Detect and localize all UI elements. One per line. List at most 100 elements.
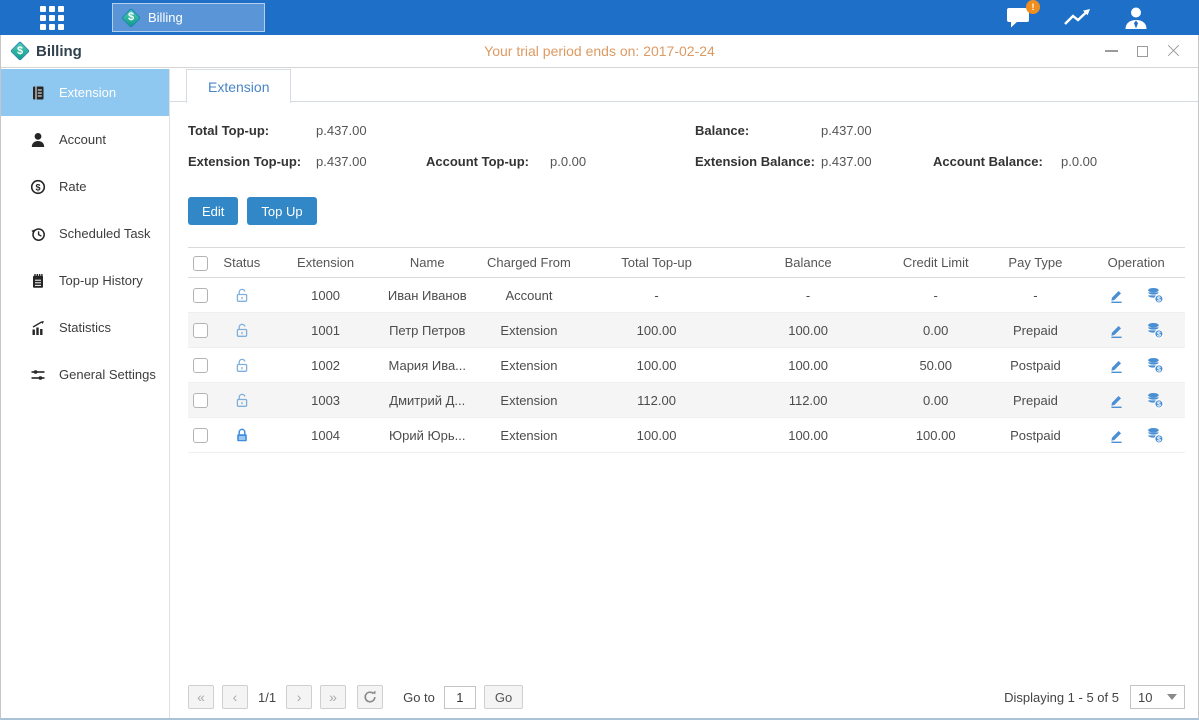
tab-extension[interactable]: Extension: [186, 69, 291, 103]
minimize-button[interactable]: [1104, 44, 1118, 58]
cell-credit-limit: 0.00: [888, 383, 984, 418]
account-balance-label: Account Balance:: [933, 154, 1061, 169]
cell-name: Петр Петров: [381, 313, 473, 348]
history-clock-icon: [30, 226, 46, 242]
top-bar: $ Billing !: [0, 0, 1199, 35]
cell-name: Иван Иванов: [381, 278, 473, 313]
col-name: Name: [381, 248, 473, 278]
sidebar-item-statistics[interactable]: Statistics: [1, 304, 169, 351]
sidebar-item-topup-history[interactable]: Top-up History: [1, 257, 169, 304]
cell-pay-type: Prepaid: [984, 383, 1088, 418]
table-header-row: Status Extension Name Charged From Total…: [188, 248, 1185, 278]
select-all-checkbox[interactable]: [193, 256, 208, 271]
sidebar-item-account[interactable]: Account: [1, 116, 169, 163]
cell-extension: 1004: [270, 418, 382, 453]
col-total-topup: Total Top-up: [585, 248, 729, 278]
billing-title-icon: $: [9, 40, 31, 62]
prev-page-button[interactable]: ‹: [222, 685, 248, 709]
cell-total-topup: 100.00: [585, 348, 729, 383]
notification-badge: !: [1026, 0, 1040, 14]
app-launcher-icon[interactable]: [37, 3, 67, 33]
edit-icon[interactable]: [1108, 357, 1125, 374]
sidebar-item-general-settings[interactable]: General Settings: [1, 351, 169, 398]
refresh-button[interactable]: [357, 685, 383, 709]
maximize-button[interactable]: [1135, 44, 1149, 58]
window-frame: $ Billing Your trial period ends on: 201…: [0, 35, 1199, 720]
col-extension: Extension: [270, 248, 382, 278]
dollar-circle-icon: $: [30, 179, 46, 195]
col-charged-from: Charged From: [473, 248, 585, 278]
cell-name: Юрий Юрь...: [381, 418, 473, 453]
summary-panel: Total Top-up: p.437.00 Extension Top-up:…: [170, 102, 1198, 185]
cell-balance: 112.00: [728, 383, 888, 418]
balance-value: p.437.00: [821, 123, 872, 138]
cell-extension: 1003: [270, 383, 382, 418]
extension-topup-value: p.437.00: [316, 154, 426, 169]
goto-page-input[interactable]: [444, 686, 476, 709]
status-lock-icon: [234, 357, 250, 372]
topup-icon[interactable]: $: [1146, 392, 1164, 409]
go-button[interactable]: Go: [484, 685, 523, 709]
row-checkbox[interactable]: [193, 358, 208, 373]
cell-pay-type: Prepaid: [984, 313, 1088, 348]
edit-button[interactable]: Edit: [188, 197, 238, 225]
edit-icon[interactable]: [1108, 427, 1125, 444]
row-checkbox[interactable]: [193, 393, 208, 408]
notifications-icon[interactable]: !: [1006, 6, 1033, 29]
cell-charged-from: Extension: [473, 313, 585, 348]
first-page-button[interactable]: «: [188, 685, 214, 709]
svg-text:$: $: [1157, 331, 1161, 338]
sidebar-item-extension[interactable]: Extension: [1, 69, 169, 116]
close-button[interactable]: [1166, 44, 1180, 58]
top-up-button[interactable]: Top Up: [247, 197, 316, 225]
resource-monitor-icon[interactable]: [1063, 7, 1093, 29]
extension-topup-label: Extension Top-up:: [188, 154, 316, 169]
next-page-button[interactable]: ›: [286, 685, 312, 709]
cell-total-topup: -: [585, 278, 729, 313]
last-page-button[interactable]: »: [320, 685, 346, 709]
status-lock-icon: [234, 427, 250, 442]
edit-icon[interactable]: [1108, 287, 1125, 304]
edit-icon[interactable]: [1108, 322, 1125, 339]
chevron-down-icon: [1167, 694, 1177, 700]
status-lock-icon: [234, 322, 250, 337]
cell-pay-type: -: [984, 278, 1088, 313]
main-content: Extension Total Top-up: p.437.00 Extensi…: [169, 69, 1198, 718]
account-balance-value: p.0.00: [1061, 154, 1097, 169]
row-checkbox[interactable]: [193, 288, 208, 303]
topup-icon[interactable]: $: [1146, 427, 1164, 444]
user-account-icon[interactable]: [1123, 6, 1149, 30]
svg-text:$: $: [1157, 401, 1161, 408]
cell-total-topup: 100.00: [585, 313, 729, 348]
person-icon: [30, 132, 46, 148]
topup-icon[interactable]: $: [1146, 287, 1164, 304]
billing-app-icon: $: [120, 7, 142, 29]
topbar-tab-billing[interactable]: $ Billing: [112, 3, 265, 32]
total-topup-value: p.437.00: [316, 123, 367, 138]
topup-icon[interactable]: $: [1146, 322, 1164, 339]
pagination-bar: « ‹ 1/1 › » Go to Go Displaying 1 - 5 of…: [188, 684, 1185, 710]
cell-name: Дмитрий Д...: [381, 383, 473, 418]
edit-icon[interactable]: [1108, 392, 1125, 409]
displaying-info: Displaying 1 - 5 of 5: [1004, 690, 1119, 705]
topup-icon[interactable]: $: [1146, 357, 1164, 374]
ledger-icon: [30, 85, 46, 101]
sidebar-item-label: Extension: [59, 85, 116, 100]
sidebar-item-label: Statistics: [59, 320, 111, 335]
cell-pay-type: Postpaid: [984, 348, 1088, 383]
cell-balance: 100.00: [728, 348, 888, 383]
row-checkbox[interactable]: [193, 428, 208, 443]
row-checkbox[interactable]: [193, 323, 208, 338]
cell-credit-limit: 0.00: [888, 313, 984, 348]
page-indicator: 1/1: [258, 690, 276, 705]
svg-text:$: $: [35, 182, 40, 192]
balance-label: Balance:: [695, 123, 821, 138]
title-bar: $ Billing Your trial period ends on: 201…: [1, 35, 1198, 68]
table-row: 1002 Мария Ива... Extension 100.00 100.0…: [188, 348, 1185, 383]
sidebar-item-scheduled-task[interactable]: Scheduled Task: [1, 210, 169, 257]
sidebar-item-rate[interactable]: $ Rate: [1, 163, 169, 210]
sidebar: Extension Account $ Rate Scheduled Task: [1, 69, 169, 718]
sidebar-item-label: General Settings: [59, 367, 156, 382]
page-size-select[interactable]: 10: [1130, 685, 1185, 709]
cell-total-topup: 100.00: [585, 418, 729, 453]
